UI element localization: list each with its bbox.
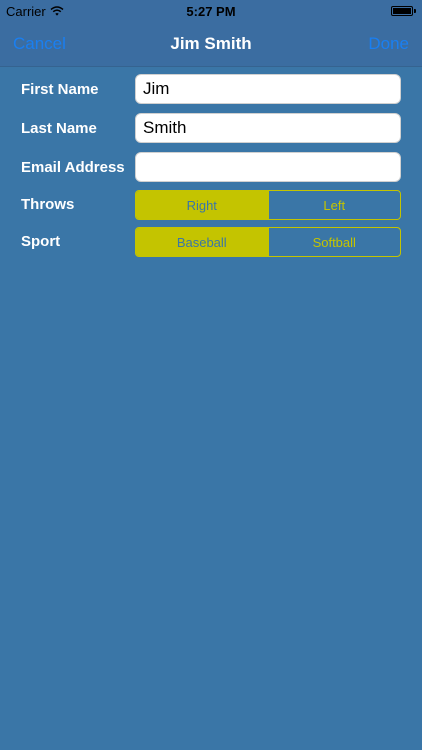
last-name-field[interactable] <box>135 113 401 143</box>
navigation-bar: Cancel Jim Smith Done <box>0 22 422 67</box>
sport-segmented-control: Baseball Softball <box>135 227 401 257</box>
page-title: Jim Smith <box>170 34 252 53</box>
sport-softball-segment[interactable]: Softball <box>267 228 401 256</box>
done-button[interactable]: Done <box>368 34 409 54</box>
email-field[interactable] <box>135 152 401 182</box>
battery-icon <box>391 6 416 16</box>
email-label: Email Address <box>21 159 125 176</box>
status-bar: Carrier 5:27 PM <box>0 0 422 22</box>
status-time: 5:27 PM <box>186 4 236 19</box>
throws-segmented-control: Right Left <box>135 190 401 220</box>
sport-baseball-segment[interactable]: Baseball <box>136 228 268 256</box>
sport-label: Sport <box>21 233 61 250</box>
first-name-field[interactable] <box>135 74 401 104</box>
throws-right-segment[interactable]: Right <box>136 191 268 219</box>
last-name-label: Last Name <box>21 120 97 137</box>
first-name-label: First Name <box>21 81 99 98</box>
throws-left-segment[interactable]: Left <box>267 191 401 219</box>
throws-label: Throws <box>21 196 75 213</box>
